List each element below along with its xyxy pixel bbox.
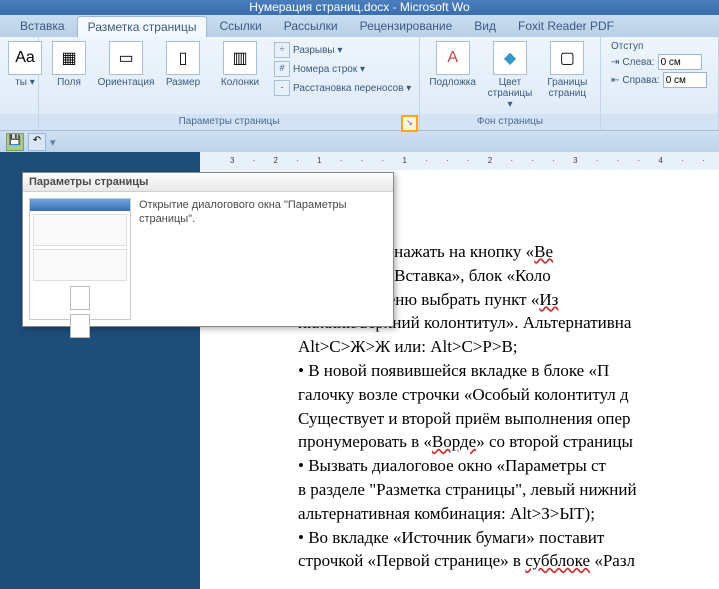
ribbon-tabs: Вставка Разметка страницы Ссылки Рассылк… (0, 15, 719, 37)
tab-review[interactable]: Рецензирование (350, 16, 463, 36)
line-numbers-button[interactable]: #Номера строк ▾ (271, 60, 414, 78)
tab-foxit[interactable]: Foxit Reader PDF (508, 16, 624, 36)
indent-right-icon: ⇤ (611, 75, 619, 86)
indent-right-input[interactable] (663, 72, 707, 88)
indent-right-label: Справа: (622, 75, 659, 86)
watermark-button[interactable]: AПодложка (424, 39, 481, 90)
margins-button[interactable]: ▦Поля (43, 39, 95, 90)
tab-references[interactable]: Ссылки (209, 16, 271, 36)
qat-undo-icon[interactable]: ↶ (28, 133, 46, 151)
group-paragraph-title (601, 114, 718, 130)
themes-icon: Aa (8, 41, 42, 75)
indent-left-icon: ⇥ (611, 57, 619, 68)
tab-page-layout[interactable]: Разметка страницы (77, 16, 208, 37)
page-color-button[interactable]: ◆Цвет страницы ▾ (481, 39, 538, 112)
group-page-bg-title: Фон страницы (420, 114, 600, 130)
group-themes-title (0, 114, 38, 130)
page-color-icon: ◆ (493, 41, 527, 75)
page-borders-button[interactable]: ▢Границы страниц (539, 39, 596, 101)
qat-customize-icon[interactable]: ▾ (50, 136, 56, 149)
breaks-button[interactable]: ÷Разрывы ▾ (271, 41, 414, 59)
page-setup-tooltip: Параметры страницы Открытие диалогового … (22, 172, 394, 327)
size-button[interactable]: ▯Размер (157, 39, 209, 90)
quick-access-toolbar: 💾 ↶ ▾ (0, 131, 719, 153)
line-numbers-icon: # (274, 61, 290, 77)
breaks-icon: ÷ (274, 42, 290, 58)
indent-title: Отступ (611, 41, 707, 52)
horizontal-ruler[interactable]: 3 · 2 · 1 · · · 1 · · · 2 · · · 3 · · · … (200, 152, 719, 171)
window-title: Нумерация страниц.docx - Microsoft Wo (0, 0, 719, 15)
tooltip-description: Открытие диалогового окна "Параметры стр… (139, 198, 387, 320)
orientation-icon: ▭ (109, 41, 143, 75)
columns-button[interactable]: ▥Колонки (209, 39, 271, 90)
tooltip-preview-image (29, 198, 131, 320)
group-page-setup-title: Параметры страницы↘ (39, 114, 419, 130)
indent-left-input[interactable] (658, 54, 702, 70)
qat-save-icon[interactable]: 💾 (6, 133, 24, 151)
margins-icon: ▦ (52, 41, 86, 75)
page-setup-launcher[interactable]: ↘ (401, 115, 418, 132)
watermark-icon: A (436, 41, 470, 75)
tab-insert[interactable]: Вставка (10, 16, 75, 36)
ribbon: Aaты ▾ ▦Поля ▭Ориентация ▯Размер ▥Колонк… (0, 37, 719, 131)
hyphenation-button[interactable]: -Расстановка переносов ▾ (271, 79, 414, 97)
indent-left-label: Слева: (622, 57, 654, 68)
tab-view[interactable]: Вид (464, 16, 506, 36)
columns-icon: ▥ (223, 41, 257, 75)
size-icon: ▯ (166, 41, 200, 75)
tooltip-title: Параметры страницы (23, 173, 393, 192)
orientation-button[interactable]: ▭Ориентация (95, 39, 157, 90)
tab-mailings[interactable]: Рассылки (274, 16, 348, 36)
hyphenation-icon: - (274, 80, 290, 96)
page-borders-icon: ▢ (550, 41, 584, 75)
